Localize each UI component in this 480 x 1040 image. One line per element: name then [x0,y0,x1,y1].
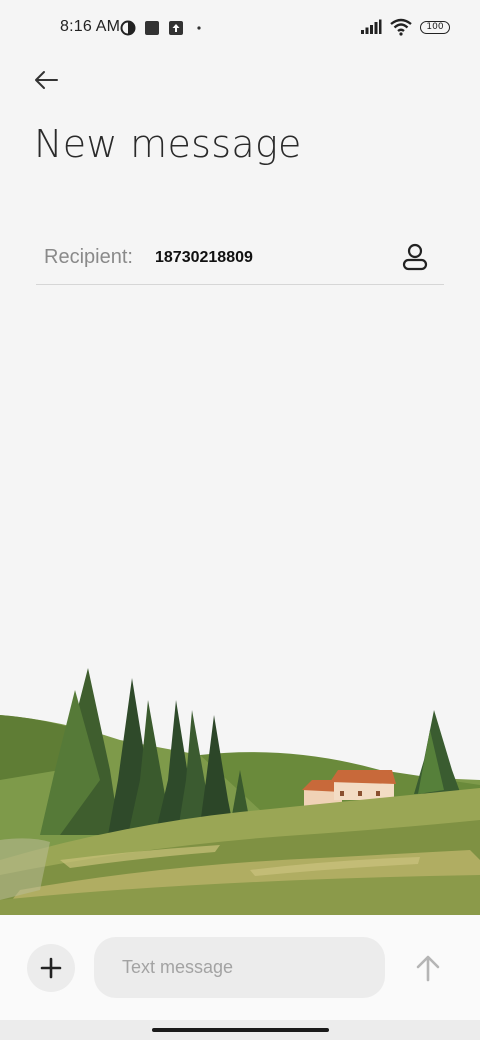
battery-indicator: 100 [420,20,450,34]
notification-icons [120,18,206,38]
tree-right [414,710,460,794]
plus-icon [40,957,62,979]
status-bar: 8:16 AM 100 [0,0,480,56]
navigation-bar [0,1020,480,1040]
wifi-icon [390,18,412,36]
recipient-field[interactable]: Recipient: 18730218809 [36,230,444,285]
attach-button[interactable] [27,944,75,992]
compose-bar [0,915,480,1020]
tree-cluster-left [40,668,248,835]
back-button[interactable] [26,62,66,98]
choose-contact-button[interactable] [398,240,432,274]
message-input[interactable] [94,937,385,998]
landscape-illustration [0,668,480,915]
cellular-signal-icon [361,19,382,34]
more-dot-icon [197,26,201,30]
upload-notification-icon [169,21,183,35]
app-notification-icon [145,21,159,35]
data-saver-icon [120,20,136,36]
send-button[interactable] [408,948,448,988]
person-icon [402,243,428,271]
recipient-label: Recipient: [44,246,133,268]
recipient-value[interactable]: 18730218809 [155,249,253,267]
status-time: 8:16 AM [60,18,121,35]
arrow-up-icon [416,955,440,982]
home-indicator[interactable] [152,1028,329,1032]
arrow-left-icon [35,71,58,89]
system-icons: 100 [360,16,450,38]
page-title: New message [34,122,302,166]
